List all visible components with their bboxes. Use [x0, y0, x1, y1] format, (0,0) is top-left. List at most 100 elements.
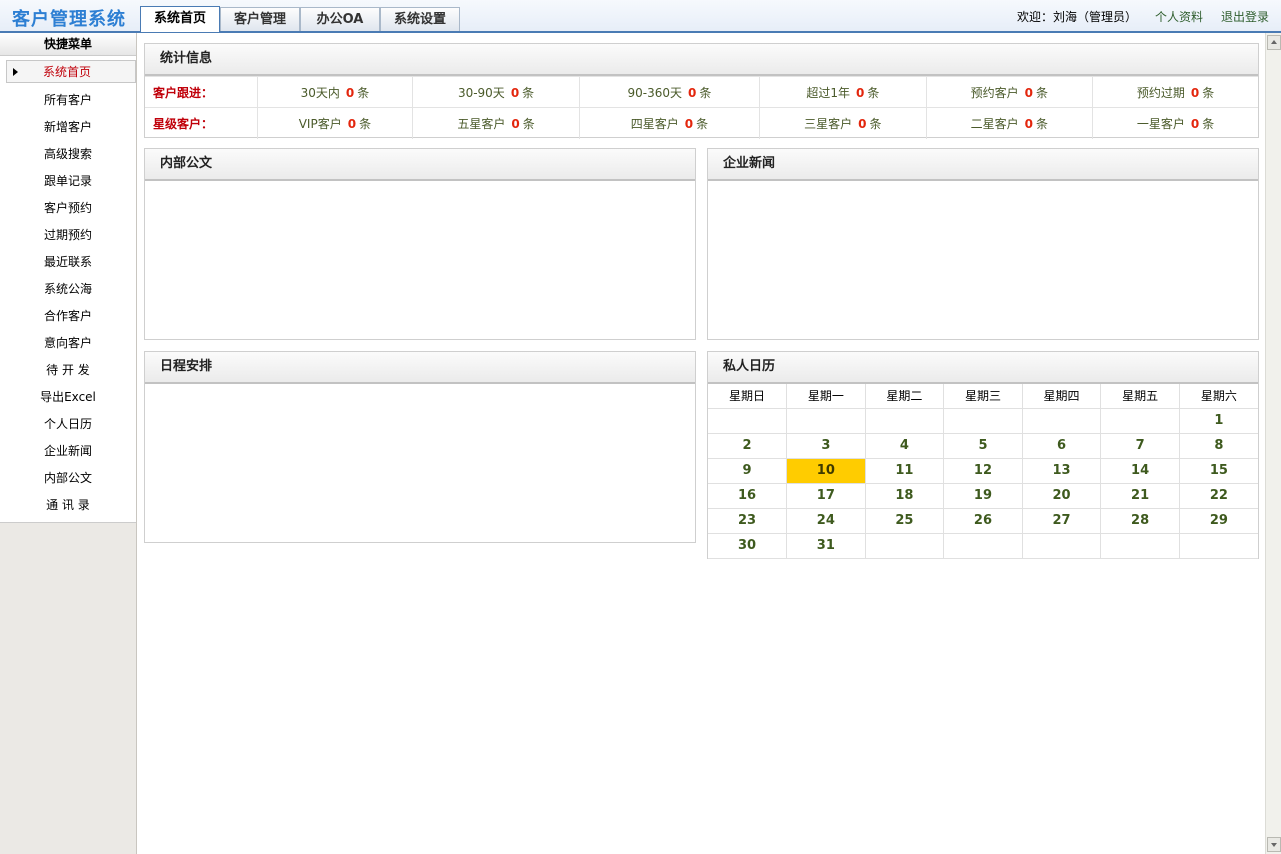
logout-link[interactable]: 退出登录	[1221, 8, 1269, 25]
personal-calendar-title: 私人日历	[708, 352, 1258, 384]
calendar-day[interactable]: 24	[786, 508, 866, 534]
calendar-day[interactable]: 27	[1021, 508, 1101, 534]
tab-4[interactable]: 系统设置	[380, 7, 460, 31]
sidebar-item[interactable]: 最近联系	[0, 249, 136, 276]
calendar-day[interactable]: 15	[1178, 458, 1258, 484]
calendar-day[interactable]: 19	[943, 483, 1023, 509]
stats-cell[interactable]: 三星客户 0 条	[759, 107, 927, 139]
sidebar-item[interactable]: 所有客户	[0, 87, 136, 114]
calendar-day[interactable]: 5	[943, 433, 1023, 459]
stats-cell-count: 0	[684, 116, 694, 131]
scroll-up-icon[interactable]	[1267, 35, 1281, 50]
calendar-day[interactable]: 25	[864, 508, 944, 534]
stats-cell-name: VIP客户	[298, 116, 342, 131]
calendar-day[interactable]: 23	[708, 508, 787, 534]
calendar-empty-cell	[864, 533, 944, 559]
calendar-day[interactable]: 3	[786, 433, 866, 459]
calendar-day[interactable]: 18	[864, 483, 944, 509]
sidebar: 快捷菜单 系统首页 所有客户 新增客户 高级搜索 跟单记录 客户预约 过期预约 最近联系 系统公…	[0, 33, 137, 854]
stats-cell-count: 0	[1190, 116, 1200, 131]
tab-2[interactable]: 客户管理	[220, 7, 300, 31]
stats-cell[interactable]: VIP客户 0 条	[256, 107, 413, 139]
calendar-empty-cell	[1021, 533, 1101, 559]
sidebar-item[interactable]: 内部公文	[0, 465, 136, 492]
weekday-header: 星期五	[1100, 384, 1180, 409]
stats-cell-count: 0	[510, 85, 520, 100]
sidebar-item-label: 所有客户	[43, 93, 92, 107]
scroll-down-icon[interactable]	[1267, 837, 1281, 852]
calendar-day[interactable]: 21	[1100, 483, 1180, 509]
stats-panel-title: 统计信息	[145, 44, 1258, 76]
stats-cell[interactable]: 二星客户 0 条	[925, 107, 1093, 139]
sidebar-item[interactable]: 导出Excel	[0, 384, 136, 411]
stats-cell-count: 0	[347, 116, 357, 131]
sidebar-item[interactable]: 通 讯 录	[0, 492, 136, 519]
stats-cell[interactable]: 90-360天 0 条	[578, 76, 760, 108]
sidebar-item[interactable]: 企业新闻	[0, 438, 136, 465]
sidebar-item[interactable]: 过期预约	[0, 222, 136, 249]
calendar-day[interactable]: 6	[1021, 433, 1101, 459]
calendar-day[interactable]: 11	[864, 458, 944, 484]
tab-3[interactable]: 办公OA	[300, 7, 380, 31]
calendar-day[interactable]: 22	[1178, 483, 1258, 509]
sidebar-item[interactable]: 跟单记录	[0, 168, 136, 195]
calendar-day[interactable]: 4	[864, 433, 944, 459]
sidebar-item[interactable]: 系统首页	[6, 60, 136, 83]
sidebar-item[interactable]: 高级搜索	[0, 141, 136, 168]
calendar-day[interactable]: 7	[1100, 433, 1180, 459]
sidebar-item[interactable]: 系统公海	[0, 276, 136, 303]
stats-cell[interactable]: 超过1年 0 条	[759, 76, 927, 108]
calendar-day-today[interactable]: 10	[786, 458, 866, 484]
stats-cell[interactable]: 预约过期 0 条	[1092, 76, 1258, 108]
sidebar-item[interactable]: 意向客户	[0, 330, 136, 357]
top-header: 客户管理系统 系统首页 客户管理 办公OA 系统设置 欢迎：刘海（管理员） 个人资料 …	[0, 0, 1281, 33]
stats-cell-unit: 条	[696, 116, 709, 131]
weekday-header: 星期二	[864, 384, 944, 409]
calendar-day[interactable]: 9	[708, 458, 787, 484]
calendar-day[interactable]: 13	[1021, 458, 1101, 484]
stats-cell-count: 0	[855, 85, 865, 100]
stats-panel: 统计信息 客户跟进： 30天内 0 条 30-90天 0 条 90-360天 0 条超过1年 0 条预…	[144, 43, 1259, 139]
profile-link[interactable]: 个人资料	[1155, 8, 1203, 25]
sidebar-item-label: 内部公文	[43, 471, 92, 485]
stats-cell[interactable]: 30-90天 0 条	[412, 76, 580, 108]
stats-cell[interactable]: 五星客户 0 条	[412, 107, 580, 139]
calendar-day[interactable]: 16	[708, 483, 787, 509]
stats-cell[interactable]: 30天内 0 条	[256, 76, 413, 108]
tab-1[interactable]: 系统首页	[140, 6, 220, 32]
stats-cell-unit: 条	[1036, 116, 1049, 131]
stats-cell-unit: 条	[522, 116, 535, 131]
calendar-day[interactable]: 8	[1178, 433, 1258, 459]
calendar-day[interactable]: 2	[708, 433, 787, 459]
arrow-right-icon	[13, 68, 18, 76]
stats-cell-name: 预约客户	[970, 85, 1019, 100]
sidebar-item[interactable]: 合作客户	[0, 303, 136, 330]
stats-cell[interactable]: 预约客户 0 条	[925, 76, 1093, 108]
calendar-day[interactable]: 28	[1100, 508, 1180, 534]
stats-cell-name: 一星客户	[1136, 116, 1185, 131]
app-window: 客户管理系统 系统首页 客户管理 办公OA 系统设置 欢迎：刘海（管理员） 个人资料 …	[0, 0, 1281, 854]
calendar-day[interactable]: 17	[786, 483, 866, 509]
sidebar-item[interactable]: 个人日历	[0, 411, 136, 438]
calendar-day[interactable]: 20	[1021, 483, 1101, 509]
stats-cell[interactable]: 一星客户 0 条	[1092, 107, 1258, 139]
stats-cell[interactable]: 四星客户 0 条	[578, 107, 760, 139]
sidebar-item-label: 意向客户	[43, 336, 92, 350]
schedule-title: 日程安排	[145, 352, 695, 384]
sidebar-item[interactable]: 新增客户	[0, 114, 136, 141]
calendar-day[interactable]: 26	[943, 508, 1023, 534]
weekday-header: 星期一	[786, 384, 866, 409]
vertical-scrollbar[interactable]	[1265, 33, 1281, 854]
calendar-day[interactable]: 1	[1178, 408, 1258, 434]
stats-cell-count: 0	[688, 85, 697, 100]
sidebar-item[interactable]: 待 开 发	[0, 357, 136, 384]
stats-cell-unit: 条	[359, 116, 372, 131]
calendar-day[interactable]: 14	[1100, 458, 1180, 484]
calendar-day[interactable]: 30	[708, 533, 787, 559]
calendar-day[interactable]: 29	[1178, 508, 1258, 534]
sidebar-item[interactable]: 客户预约	[0, 195, 136, 222]
sidebar-item-label: 待 开 发	[46, 363, 90, 377]
calendar-day[interactable]: 31	[786, 533, 866, 559]
internal-docs-panel: 内部公文	[144, 148, 696, 340]
calendar-day[interactable]: 12	[943, 458, 1023, 484]
